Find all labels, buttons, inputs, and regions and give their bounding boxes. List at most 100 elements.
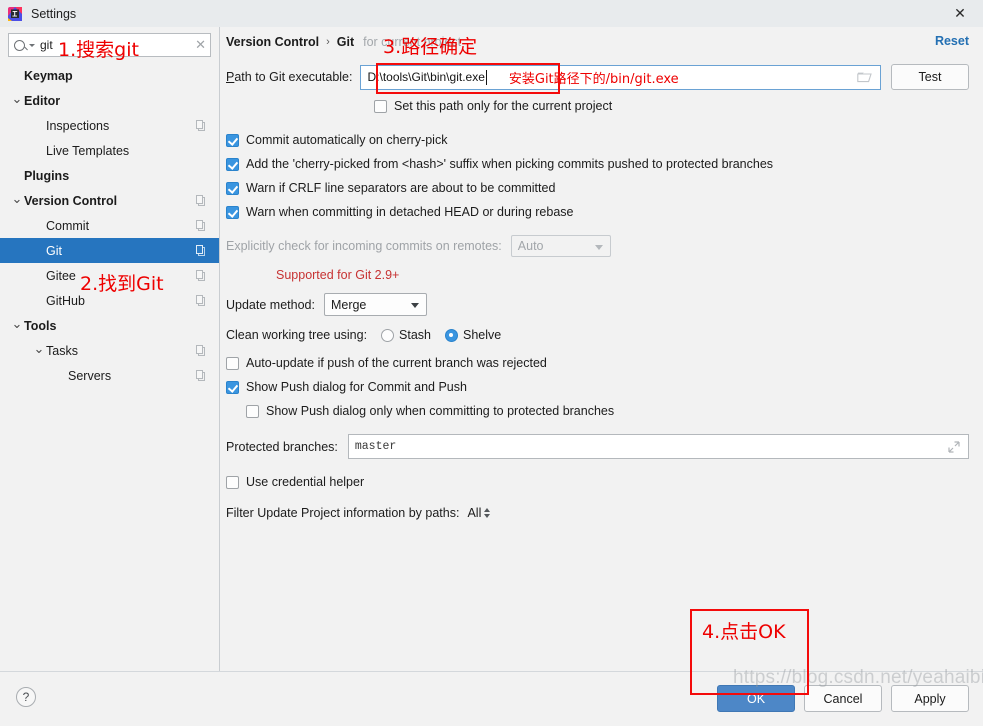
git-executable-row: Path to Git executable: D:\tools\Git\bin… <box>226 63 969 91</box>
update-method-row: Update method: Merge <box>226 293 969 316</box>
sidebar-item-servers[interactable]: Servers <box>0 363 219 388</box>
sidebar-item-label: Servers <box>68 368 112 383</box>
chevron-down-icon[interactable]: ⌄ <box>10 92 24 105</box>
test-button[interactable]: Test <box>891 64 969 90</box>
sidebar-item-editor[interactable]: ⌄ Editor <box>0 88 219 113</box>
checkbox-row: Add the 'cherry-picked from <hash>' suff… <box>226 152 969 176</box>
checkbox[interactable] <box>226 356 239 370</box>
radio-shelve[interactable] <box>445 328 459 342</box>
sidebar-item-label: Commit <box>46 218 90 233</box>
radio-stash-label[interactable]: Stash <box>399 328 431 342</box>
sidebar-item-git[interactable]: Git <box>0 238 219 263</box>
credential-helper-row: Use credential helper <box>226 470 969 494</box>
sidebar-item-label: Inspections <box>46 118 110 133</box>
chevron-down-icon[interactable]: ⌄ <box>10 192 24 205</box>
sidebar-item-tools[interactable]: ⌄ Tools <box>0 313 219 338</box>
git-executable-input-value: D:\tools\Git\bin\git.exe <box>367 70 485 84</box>
checkbox-label[interactable]: Show Push dialog for Commit and Push <box>246 380 467 394</box>
expand-icon[interactable] <box>948 440 960 453</box>
sidebar-item-label: Version Control <box>24 193 118 208</box>
checkbox-row: Commit automatically on cherry-pick <box>226 128 969 152</box>
radio-stash[interactable] <box>381 328 395 342</box>
git-checkbox-list: Commit automatically on cherry-pick Add t… <box>226 128 969 224</box>
protected-branches-input[interactable]: master <box>347 434 969 459</box>
sidebar-item-commit[interactable]: Commit <box>0 213 219 238</box>
sidebar-item-tasks[interactable]: ⌄ Tasks <box>0 338 219 363</box>
sidebar-item-version-control[interactable]: ⌄ Version Control <box>0 188 219 213</box>
copy-settings-icon[interactable] <box>196 194 207 207</box>
checkbox[interactable] <box>226 380 239 394</box>
checkbox[interactable] <box>226 181 239 195</box>
settings-sidebar: git ✕ Keymap ⌄ Editor Inspections Live Templ… <box>0 27 220 671</box>
search-icon <box>14 39 25 51</box>
search-input-value: git <box>40 38 53 52</box>
sidebar-item-label: Tools <box>24 318 57 333</box>
folder-browse-icon[interactable] <box>857 71 872 83</box>
sidebar-item-github[interactable]: GitHub <box>0 288 219 313</box>
intellij-idea-logo-icon <box>7 6 23 22</box>
checkbox[interactable] <box>246 404 259 418</box>
sidebar-item-plugins[interactable]: Plugins <box>0 163 219 188</box>
help-question-icon[interactable]: ? <box>16 687 36 707</box>
git-executable-label: Path to Git executable: <box>226 70 352 84</box>
protected-branches-row: Protected branches: master <box>226 434 969 459</box>
radio-shelve-label[interactable]: Shelve <box>463 328 501 342</box>
settings-main-pane: Version Control › Git for current projec… <box>220 27 983 671</box>
git-version-note: Supported for Git 2.9+ <box>276 268 400 282</box>
copy-settings-icon[interactable] <box>196 244 207 257</box>
checkbox[interactable] <box>226 133 239 147</box>
reset-link[interactable]: Reset <box>935 34 969 48</box>
settings-body: git ✕ Keymap ⌄ Editor Inspections Live Templ… <box>0 27 983 671</box>
checkbox-row: Auto-update if push of the current branc… <box>226 351 969 375</box>
search-input[interactable]: git ✕ <box>8 33 211 57</box>
checkbox[interactable] <box>226 157 239 171</box>
sidebar-item-label: Editor <box>24 93 61 108</box>
chevron-down-icon <box>29 43 35 47</box>
checkbox-row: Warn if CRLF line separators are about t… <box>226 176 969 200</box>
clean-working-tree-label: Clean working tree using: <box>226 328 368 342</box>
checkbox-label[interactable]: Show Push dialog only when committing to… <box>266 404 614 418</box>
protected-branches-value: master <box>354 440 397 453</box>
text-caret <box>485 69 487 85</box>
copy-settings-icon[interactable] <box>196 294 207 307</box>
checkbox-label[interactable]: Auto-update if push of the current branc… <box>246 356 547 370</box>
path-hint-annotation: 安装Git路径下的/bin/git.exe <box>508 71 679 87</box>
copy-settings-icon[interactable] <box>196 344 207 357</box>
update-method-label: Update method: <box>226 297 315 312</box>
spinner-updown-icon[interactable] <box>484 508 491 518</box>
credential-helper-label[interactable]: Use credential helper <box>246 475 364 489</box>
sidebar-item-label: Live Templates <box>46 143 130 158</box>
git-executable-input[interactable]: D:\tools\Git\bin\git.exe 安装Git路径下的/bin/g… <box>360 64 881 90</box>
update-method-dropdown[interactable]: Merge <box>323 293 427 316</box>
update-method-value: Merge <box>330 297 367 312</box>
filter-paths-row: Filter Update Project information by pat… <box>226 506 969 520</box>
checkbox[interactable] <box>226 205 239 219</box>
copy-settings-icon[interactable] <box>196 219 207 232</box>
checkbox-label[interactable]: Add the 'cherry-picked from <hash>' suff… <box>246 157 773 171</box>
sidebar-item-live-templates[interactable]: Live Templates <box>0 138 219 163</box>
credential-helper-checkbox[interactable] <box>226 475 239 489</box>
sidebar-item-label: Tasks <box>46 343 78 358</box>
push-options-list: Auto-update if push of the current branc… <box>226 351 969 423</box>
breadcrumb-parent[interactable]: Version Control <box>226 35 319 49</box>
clear-icon[interactable]: ✕ <box>191 37 206 53</box>
set-path-only-label[interactable]: Set this path only for the current proje… <box>394 99 612 113</box>
checkbox-label[interactable]: Commit automatically on cherry-pick <box>246 133 447 147</box>
breadcrumb-separator-icon: › <box>326 36 330 48</box>
copy-settings-icon[interactable] <box>196 119 207 132</box>
sidebar-item-label: GitHub <box>46 293 85 308</box>
close-icon[interactable]: ✕ <box>937 0 983 27</box>
checkbox-label[interactable]: Warn if CRLF line separators are about t… <box>246 181 555 195</box>
copy-settings-icon[interactable] <box>196 269 207 282</box>
checkbox-label[interactable]: Warn when committing in detached HEAD or… <box>246 205 573 219</box>
sidebar-item-inspections[interactable]: Inspections <box>0 113 219 138</box>
git-executable-label-rest: ath to Git executable: <box>234 70 353 84</box>
chevron-down-icon[interactable]: ⌄ <box>10 317 24 330</box>
chevron-down-icon[interactable]: ⌄ <box>32 342 46 355</box>
set-path-only-checkbox[interactable] <box>374 99 387 113</box>
copy-settings-icon[interactable] <box>196 369 207 382</box>
filter-paths-value[interactable]: All <box>467 506 481 520</box>
incoming-commits-row: Explicitly check for incoming commits on… <box>226 233 969 259</box>
sidebar-item-gitee[interactable]: Gitee <box>0 263 219 288</box>
sidebar-item-keymap[interactable]: Keymap <box>0 63 219 88</box>
